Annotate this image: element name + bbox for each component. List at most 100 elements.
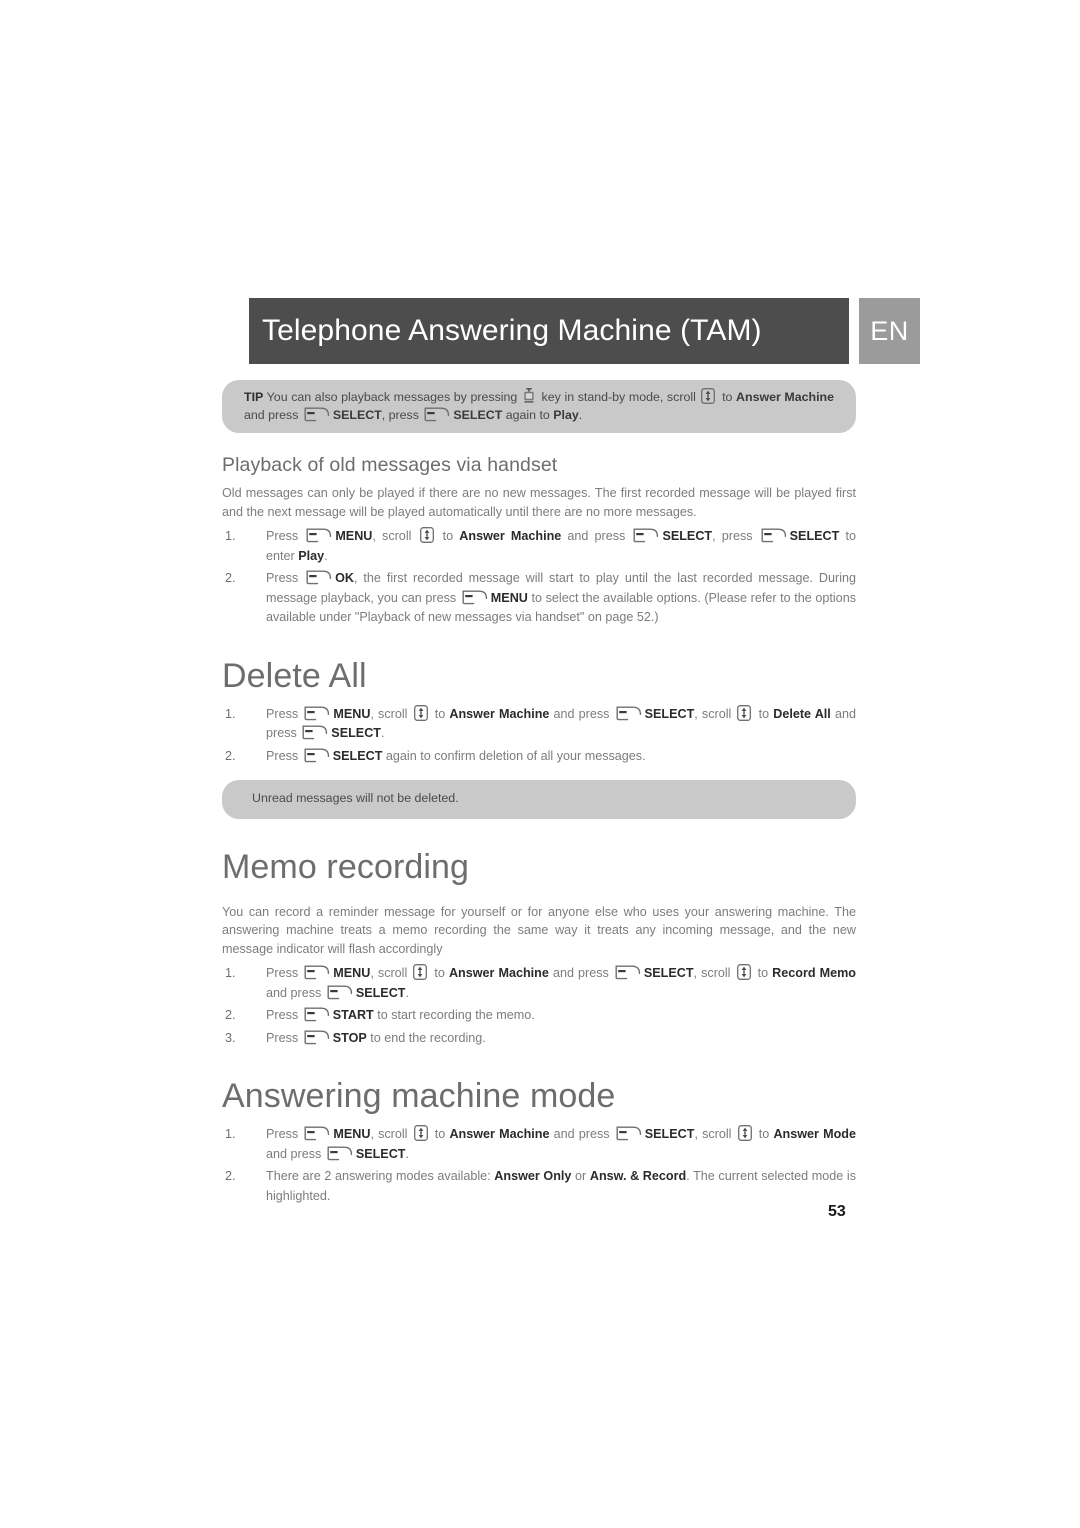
list-item: 1. Press MENU, scroll to Answer Machine a… bbox=[222, 527, 856, 566]
key-label-select: SELECT bbox=[644, 706, 695, 721]
heading-playback-old-messages: Playback of old messages via handset bbox=[222, 454, 558, 476]
step-text: . bbox=[405, 1146, 410, 1161]
softkey-icon bbox=[304, 706, 330, 721]
step-number: 1. bbox=[225, 966, 236, 980]
key-label-select: SELECT bbox=[643, 966, 694, 980]
scroll-key-icon bbox=[737, 1125, 752, 1141]
step-text: and press bbox=[548, 966, 613, 980]
step-text: Press bbox=[266, 529, 305, 543]
step-number: 2. bbox=[225, 571, 236, 585]
list-item: 2. Press START to start recording the mem… bbox=[222, 1006, 856, 1026]
key-label-menu: MENU bbox=[333, 1127, 371, 1141]
key-label-select: SELECT bbox=[355, 985, 406, 1000]
step-text: and press bbox=[266, 1146, 325, 1161]
softkey-icon bbox=[304, 748, 330, 763]
step-text: or bbox=[571, 1169, 590, 1183]
menu-item-answer-machine: Answer Machine bbox=[448, 966, 549, 980]
header-title-bar: Telephone Answering Machine (TAM) bbox=[249, 298, 849, 364]
softkey-icon bbox=[306, 570, 332, 585]
note-callout-unread-messages: Unread messages will not be deleted. bbox=[222, 780, 856, 819]
tip-text-3: to bbox=[718, 390, 737, 404]
key-label-menu: MENU bbox=[333, 966, 371, 980]
page-title: Telephone Answering Machine (TAM) bbox=[262, 314, 762, 347]
step-text: There are 2 answering modes available: bbox=[266, 1169, 495, 1183]
page-header: Telephone Answering Machine (TAM) EN bbox=[249, 298, 920, 364]
tip-text-4: and press bbox=[244, 407, 302, 422]
tip-label: TIP bbox=[244, 390, 264, 404]
key-label-ok: OK bbox=[335, 571, 354, 585]
step-text: and press bbox=[549, 1127, 614, 1141]
step-text: to bbox=[753, 966, 773, 980]
step-text: , scroll bbox=[370, 1127, 412, 1141]
softkey-icon bbox=[304, 407, 330, 422]
step-text: again to confirm deletion of all your me… bbox=[382, 748, 646, 763]
list-item: 1. Press MENU, scroll to Answer Machine a… bbox=[222, 964, 856, 1003]
key-label-stop: STOP bbox=[332, 1030, 367, 1045]
step-text: , scroll bbox=[370, 966, 412, 980]
softkey-icon bbox=[304, 1030, 330, 1045]
tip-text-6: again to bbox=[502, 407, 554, 422]
softkey-icon bbox=[633, 528, 659, 543]
step-text: and press bbox=[561, 529, 632, 543]
language-badge: EN bbox=[859, 298, 920, 364]
scroll-key-icon bbox=[413, 704, 428, 721]
menu-item-answer-machine: Answer Machine bbox=[449, 706, 550, 721]
softkey-icon bbox=[424, 407, 450, 422]
step-text: to bbox=[430, 966, 449, 980]
step-text: Press bbox=[266, 706, 303, 721]
step-text: Press bbox=[266, 571, 305, 585]
step-text: . bbox=[405, 985, 410, 1000]
list-item: 2. There are 2 answering modes available:… bbox=[222, 1167, 856, 1206]
list-item: 1. Press MENU, scroll to Answer Machine a… bbox=[222, 704, 856, 744]
scroll-key-icon bbox=[413, 964, 428, 980]
scroll-key-icon bbox=[701, 388, 716, 404]
step-text: , scroll bbox=[693, 966, 735, 980]
softkey-icon bbox=[304, 965, 330, 980]
key-label-select: SELECT bbox=[332, 748, 383, 763]
paragraph-memo-intro: You can record a reminder message for yo… bbox=[222, 904, 856, 956]
step-text: to end the recording. bbox=[366, 1030, 486, 1045]
note-text: Unread messages will not be deleted. bbox=[252, 791, 459, 805]
step-number: 3. bbox=[225, 1030, 236, 1045]
list-item: 2. Press SELECT again to confirm deletion… bbox=[222, 747, 856, 767]
softkey-icon bbox=[761, 528, 787, 543]
key-label-select: SELECT bbox=[662, 529, 713, 543]
steps-memo-recording: 1. Press MENU, scroll to Answer Machine a… bbox=[222, 964, 856, 1048]
step-text: to bbox=[430, 706, 450, 721]
step-number: 2. bbox=[225, 1008, 236, 1022]
step-text: Press bbox=[266, 1127, 303, 1141]
softkey-icon bbox=[304, 1007, 330, 1022]
list-item: 2. Press OK, the first recorded message w… bbox=[222, 569, 856, 628]
menu-item-answer-machine: Answer Machine bbox=[449, 1127, 550, 1141]
menu-item-answer-machine: Answer Machine bbox=[459, 529, 562, 543]
key-label-select: SELECT bbox=[331, 726, 381, 740]
menu-item-record-memo: Record Memo bbox=[772, 966, 856, 980]
menu-item-play: Play bbox=[298, 548, 325, 563]
softkey-icon bbox=[615, 965, 641, 980]
step-text: Press bbox=[266, 748, 302, 763]
softkey-icon bbox=[327, 1146, 353, 1161]
step-text: Press bbox=[266, 966, 303, 980]
softkey-icon bbox=[616, 1126, 642, 1141]
step-number: 2. bbox=[225, 748, 236, 763]
key-label-select: SELECT bbox=[789, 529, 840, 543]
step-text: , press bbox=[712, 529, 759, 543]
step-text: Press bbox=[266, 1030, 302, 1045]
playback-key-icon bbox=[523, 388, 535, 403]
menu-item-answer-mode: Answer Mode bbox=[773, 1127, 856, 1141]
key-label-select: SELECT bbox=[644, 1127, 695, 1141]
step-number: 2. bbox=[225, 1169, 236, 1183]
steps-answering-machine-mode: 1. Press MENU, scroll to Answer Machine a… bbox=[222, 1125, 856, 1206]
list-item: 3. Press STOP to end the recording. bbox=[222, 1029, 856, 1049]
step-text: Press bbox=[266, 1008, 302, 1022]
step-text: to bbox=[754, 1127, 774, 1141]
key-label-menu: MENU bbox=[490, 590, 528, 605]
heading-memo-recording: Memo recording bbox=[222, 847, 470, 886]
step-text: and press bbox=[549, 706, 614, 721]
key-label-menu: MENU bbox=[335, 529, 373, 543]
step-text: , scroll bbox=[694, 706, 736, 721]
scroll-key-icon bbox=[413, 1125, 428, 1141]
softkey-icon bbox=[302, 725, 328, 740]
scroll-key-icon bbox=[737, 704, 752, 721]
step-number: 1. bbox=[225, 706, 236, 721]
